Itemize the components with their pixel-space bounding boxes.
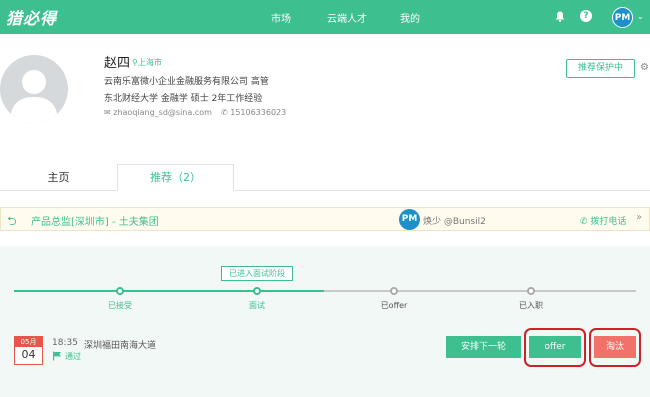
event-place: 深圳福田南海大道 [84,341,157,351]
phone-icon: ✆ [580,217,588,227]
recommend-protect-button[interactable]: 推荐保护中 [566,59,635,78]
person-placeholder-icon [10,70,58,123]
candidate-name: 赵四 [104,56,131,71]
help-icon[interactable]: ? [580,10,592,22]
job-bar: ⮌ 产品总监[深圳市] - 土夫集团 PM 焕少 @Bunsil2 ✆ 拨打电话… [0,207,650,231]
recommender-avatar: PM [399,209,420,230]
stage-dot-offer [390,287,398,295]
expand-icon[interactable]: » [636,212,642,223]
bell-icon[interactable] [555,11,565,22]
stage-dot-hired [527,287,535,295]
tab-home[interactable]: 主页 [0,165,117,191]
stage-label-interview: 面试 [249,301,265,310]
eliminate-highlight-ring [589,328,641,367]
tab-recommendations[interactable]: 推荐（2） [117,164,234,191]
nav-cloud-talent[interactable]: 云端人才 [327,10,367,25]
recommended-by: 焕少 @Bunsil2 [423,217,486,227]
job-title[interactable]: 产品总监[深圳市] - 土夫集团 [31,213,159,228]
flag-icon [53,351,61,361]
mail-icon: ✉ [104,108,111,117]
candidate-company: 云南乐富微小企业金融服务有限公司 高管 [104,77,269,87]
event-status: 通过 [65,352,81,361]
stage-panel [0,246,650,397]
back-arrow-icon[interactable]: ⮌ [7,212,17,233]
candidate-phone: ✆ 15106336023 [221,108,287,117]
candidate-location: ⚲上海市 [132,58,162,67]
candidate-education: 东北财经大学 金融学 硕士 2年工作经验 [104,94,263,104]
top-nav: 猎必得 市场 云端人才 我的 ? PM ⌄ [0,0,650,34]
stage-label-offer: 已offer [380,301,408,310]
candidate-email: ✉ zhaoqiang_sd@sina.com [104,108,212,117]
event-date: 05月 04 [14,336,43,365]
current-stage-tag: 已进入面试阶段 [221,266,293,281]
gear-icon[interactable]: ⚙ [640,62,649,73]
chevron-down-icon[interactable]: ⌄ [637,12,644,21]
stage-label-accepted: 已接受 [108,301,132,310]
stage-label-hired: 已入职 [519,301,543,310]
phone-icon: ✆ [221,108,228,117]
schedule-next-round-button[interactable]: 安排下一轮 [446,336,521,358]
event-day: 04 [21,348,36,361]
nav-mine[interactable]: 我的 [400,10,420,25]
nav-market[interactable]: 市场 [271,10,291,25]
progress-pending [324,290,636,292]
stage-dot-accepted [116,287,124,295]
progress-done [14,290,324,292]
stage-dot-interview [253,287,261,295]
user-avatar[interactable]: PM [612,7,633,28]
logo[interactable]: 猎必得 [6,5,57,29]
offer-highlight-ring [524,328,586,367]
candidate-avatar [0,55,68,123]
event-time: 18:35 [52,338,78,348]
call-button[interactable]: ✆ 拨打电话 [580,214,626,227]
event-month: 05月 [15,337,42,347]
